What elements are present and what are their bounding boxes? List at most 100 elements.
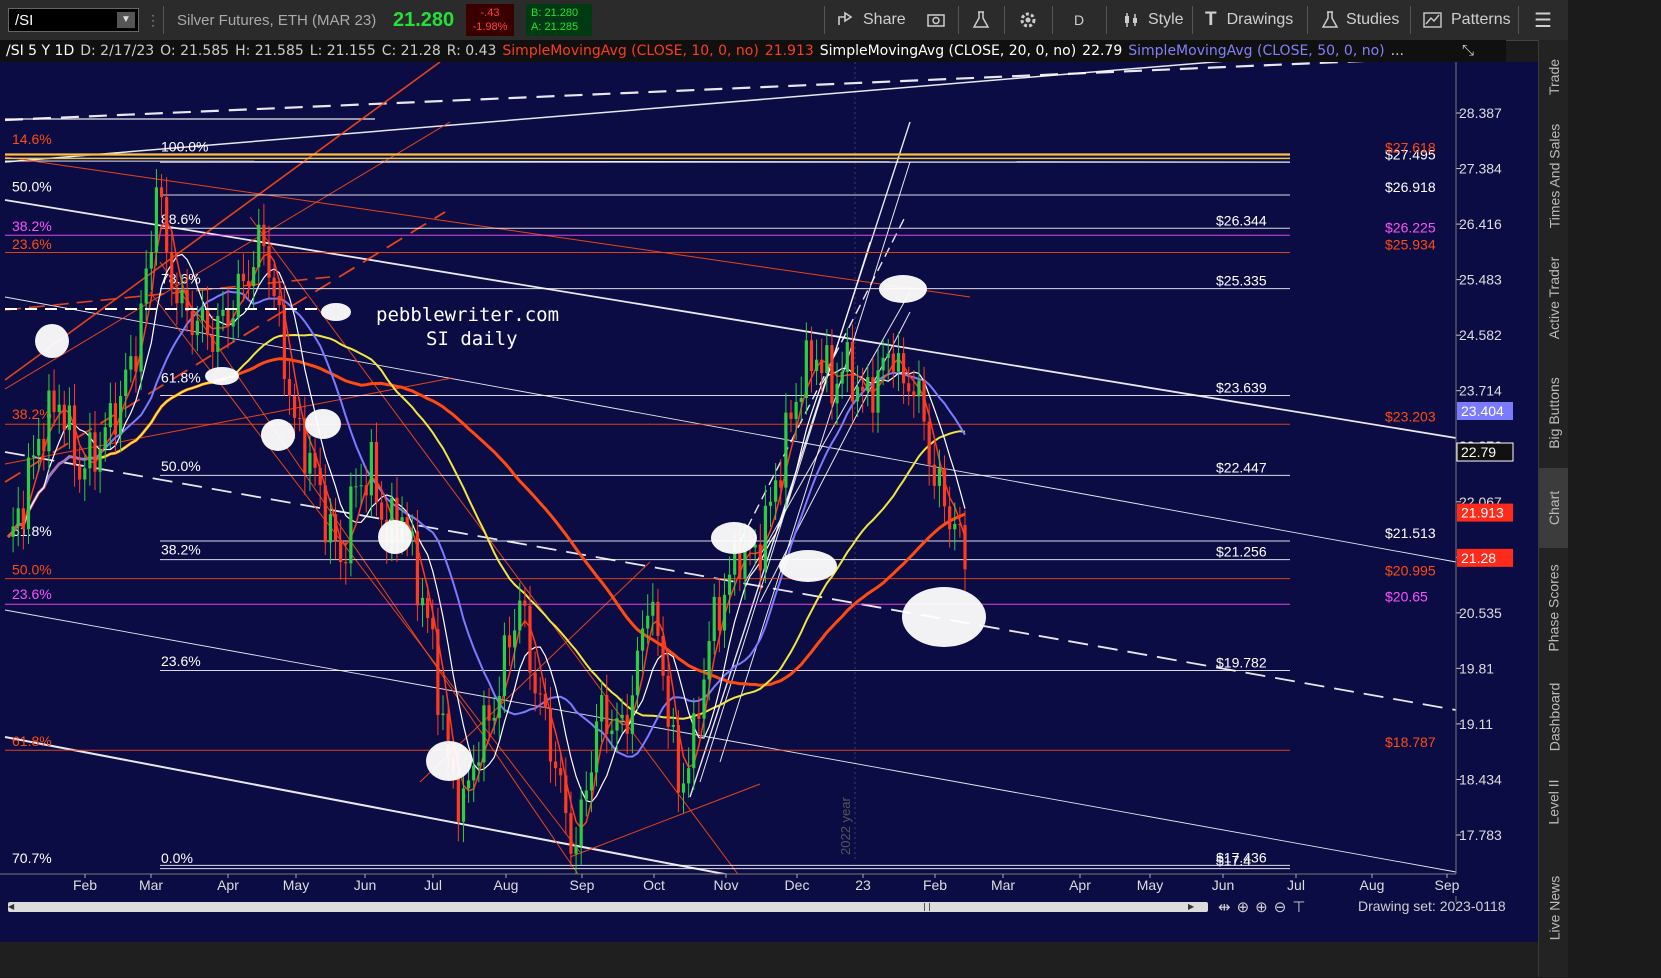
candle-body [901,353,906,384]
fib-label: 38.2% [161,542,201,558]
candle-body [538,693,542,695]
scroll-grip[interactable] [924,903,930,911]
price-badge-label: 21.913 [1461,505,1504,521]
menu-icon: ☰ [1534,9,1552,32]
patterns-button[interactable]: Patterns [1423,0,1511,40]
x-tick-label: Jul [424,877,442,893]
fib-label: 14.6% [12,131,52,147]
chart-area[interactable]: $27.495 $27.618 $26.918 $26.344 $26.225 $25.9… [0,41,1538,942]
studies-label: Studies [1346,11,1400,28]
share-button[interactable]: Share [836,0,906,40]
collapse-icon[interactable]: ⤡ [1462,42,1474,59]
level-label: $20.995 [1385,563,1436,579]
period-button[interactable]: D [1074,0,1084,40]
side-tab-phase-scores[interactable]: Phase Scores [1539,548,1569,668]
drawing-set[interactable]: Drawing set: 2023-0118 [1358,898,1506,914]
candle-body [876,370,880,413]
candle-body [369,442,373,496]
zoom-in-icon[interactable]: ⊕ [1255,899,1274,916]
zoom-out-icon[interactable]: ⊖ [1274,899,1293,916]
more-studies[interactable]: ... [1391,43,1404,59]
time-scrollbar[interactable]: ◀ ▶ [8,902,1208,912]
sma50-label[interactable]: SimpleMovingAvg (CLOSE, 50, 0, no) [1128,43,1384,59]
side-tab-level-ii[interactable]: Level II [1539,766,1569,838]
candle-body [374,442,379,503]
y-tick-label: 19.11 [1459,716,1493,732]
fib-label: 100.0% [161,138,208,154]
side-tab-dashboard[interactable]: Dashboard [1539,668,1569,766]
candle-body [16,508,20,527]
y-tick-label: 17.783 [1459,827,1502,843]
candle-body [794,401,798,419]
side-tab-chart[interactable]: Chart [1539,468,1569,548]
symbol-input[interactable]: /SI ▼ [8,8,139,32]
sma10-label[interactable]: SimpleMovingAvg (CLOSE, 10, 0, no) [502,43,758,59]
chevron-down-icon[interactable]: ▼ [117,12,135,28]
candle-body [646,615,650,629]
candle-body [103,427,107,450]
candle-body [523,600,527,606]
side-tab-big-buttons[interactable]: Big Buttons [1539,358,1569,468]
level-label: $17.436 [1216,849,1267,865]
side-tab-label: Level II [1546,779,1563,825]
candle-body [57,404,61,413]
candle-body [871,377,875,413]
y-tick-label: 24.582 [1459,327,1502,343]
side-tab-active-trader[interactable]: Active Trader [1539,238,1569,358]
candle-body [262,224,266,247]
candle-body [799,398,803,402]
candle-body [589,772,594,791]
style-button[interactable]: Style [1122,0,1184,40]
candle-body [804,340,808,399]
candle-body [835,383,839,404]
settings-button[interactable] [1018,0,1038,40]
crosshair-icon[interactable]: ⊕ [1237,899,1256,916]
candle-body [825,345,829,374]
studies-button[interactable]: Studies [1321,0,1399,40]
candle-body [635,650,640,696]
pin-icon[interactable]: ⊤ [1292,899,1311,916]
candle-body [768,501,773,506]
candle-body [620,714,624,719]
candle-body [789,412,793,419]
price-chart[interactable]: $27.495$27.618$26.918$26.344 $26.225$25.9… [0,41,1538,942]
y-tick-label: 25.483 [1459,272,1502,288]
level-label: $22.447 [1216,459,1267,475]
side-tab-trade[interactable]: Trade [1539,40,1569,114]
candle-body [963,525,967,570]
candle-body [845,342,849,372]
drag-handle-icon[interactable]: ⋮ [146,0,160,40]
bid-value: B: 21.280 [531,7,579,19]
sma20-label[interactable]: SimpleMovingAvg (CLOSE, 20, 0, no) [820,43,1076,59]
divider [958,6,959,34]
divider [1052,6,1053,34]
candle-body [93,432,97,472]
drawings-button[interactable]: T Drawings [1205,0,1293,40]
side-tab-bar: Trade Times And Sales Active Trader Big But… [1538,40,1569,977]
level-label: $26.225 [1385,219,1436,235]
snapshot-button[interactable] [926,0,946,40]
scroll-right-icon[interactable]: ▶ [1188,903,1196,911]
menu-button[interactable]: ☰ [1534,0,1552,40]
x-tick-label: Apr [217,877,239,893]
side-tab-live-news[interactable]: Live News [1539,838,1569,978]
candle-body [426,597,430,618]
candle-body [866,377,870,391]
annotation-ellipse [261,419,295,451]
candle-body [651,601,655,616]
annotation-ellipse [305,409,341,439]
candle-body [190,311,194,336]
scroll-left-icon[interactable]: ◀ [8,903,16,911]
candle-body [722,594,727,631]
candle-body [809,340,814,371]
side-tab-times-and-sales[interactable]: Times And Sales [1539,114,1569,238]
candle-body [129,356,133,370]
bar-low: L: 21.155 [309,43,376,59]
candle-body [717,596,721,631]
candle-body [31,455,36,458]
arrows-icon[interactable]: ⇹ [1218,899,1237,916]
candle-body [907,383,911,392]
candle-body [712,596,716,641]
watermark-line2: SI daily [426,328,518,350]
flask-button[interactable] [972,0,990,40]
